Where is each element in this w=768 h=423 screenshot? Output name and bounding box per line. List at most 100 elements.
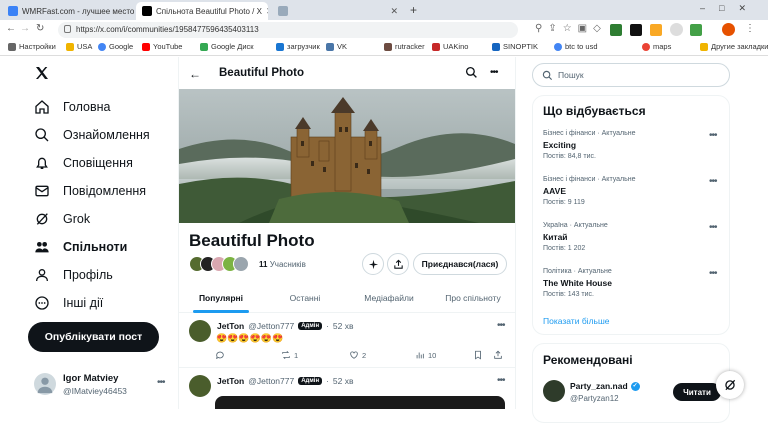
trend-item[interactable]: Україна · Актуальне Китай Постів: 1 202 … [543, 222, 723, 262]
grok-float-button[interactable] [716, 371, 744, 399]
reload-icon[interactable]: ↻ [36, 23, 44, 34]
bookmark-item[interactable]: YouTube [142, 42, 182, 51]
trend-item[interactable]: Бізнес і фінанси · Актуальне AAVE Постів… [543, 176, 723, 216]
post-actions: 1 2 10 [215, 350, 505, 364]
post-more-icon[interactable]: ••• [497, 375, 505, 386]
post-time[interactable]: 52 хв [333, 321, 354, 331]
avatar[interactable] [189, 375, 211, 397]
browser-tab-community[interactable]: Спільнота Beautiful Photo / X ✕ [136, 2, 268, 20]
sparkle-icon [368, 259, 378, 269]
search-icon [35, 128, 49, 142]
post-more-icon[interactable]: ••• [497, 320, 505, 331]
more-icon[interactable]: ••• [490, 67, 498, 78]
extension-icon[interactable] [650, 24, 662, 36]
sinoptik-icon [492, 42, 500, 51]
nav-item-communities[interactable]: Спільноти [34, 239, 127, 255]
extension-icon[interactable] [630, 24, 642, 36]
share-icon[interactable] [493, 350, 503, 362]
trend-item[interactable]: Політика · Актуальне The White House Пос… [543, 268, 723, 308]
like-button[interactable]: 2 [349, 350, 366, 360]
avatar[interactable] [34, 373, 56, 395]
trend-more-icon[interactable]: ••• [709, 130, 717, 141]
back-arrow-icon[interactable]: ← [189, 67, 201, 81]
show-more-link[interactable]: Показати більше [543, 316, 610, 326]
account-more-icon[interactable]: ••• [157, 377, 165, 388]
tab-latest[interactable]: Останні [263, 283, 347, 313]
member-avatars[interactable] [189, 256, 251, 272]
back-nav-icon[interactable]: ← [6, 23, 16, 34]
community-column: ← Beautiful Photo ••• Beautiful Photo 11… [178, 57, 516, 409]
post-author[interactable]: JetTon [217, 321, 244, 331]
views-icon [416, 352, 424, 359]
nav-item-profile[interactable]: Профіль [34, 267, 113, 283]
tab-about[interactable]: Про спільноту [431, 283, 515, 313]
admin-badge: Адмін [298, 322, 323, 330]
repost-button[interactable]: 1 [281, 350, 298, 360]
nav-item-messages[interactable]: Повідомлення [34, 183, 146, 199]
extension-icons[interactable]: ⚲⇪☆▣◇ [535, 23, 607, 34]
nav-item-more[interactable]: Інші дії [34, 295, 103, 311]
bookmark-icon[interactable] [473, 350, 483, 362]
bookmark-item[interactable]: загрузчик [276, 42, 320, 51]
browser-tab-wmrfast[interactable]: WMRFast.com - лучшее место дл ✕ [2, 2, 134, 20]
post-image[interactable] [215, 396, 505, 409]
bookmark-item[interactable]: UAKino [432, 42, 468, 51]
follow-button[interactable]: Читати [673, 383, 721, 401]
extension-icon[interactable] [670, 23, 683, 36]
post-author[interactable]: JetTon [217, 376, 244, 386]
views-button[interactable]: 10 [415, 350, 436, 360]
tab-popular[interactable]: Популярні [179, 283, 263, 313]
post-handle[interactable]: @Jetton777 [248, 376, 294, 386]
post-button[interactable]: Опублікувати пост [28, 322, 159, 352]
extension-icon[interactable] [610, 24, 622, 36]
post[interactable]: JetTon @Jetton777 Адмін · 52 хв ••• 😍😍😍😍… [179, 314, 515, 368]
header-title: Beautiful Photo [219, 67, 304, 79]
recommended-name[interactable]: Party_zan.nad ✓ [570, 381, 640, 391]
trend-more-icon[interactable]: ••• [709, 268, 717, 279]
post-time[interactable]: 52 хв [333, 376, 354, 386]
avatar[interactable] [189, 320, 211, 342]
bookmark-item[interactable]: Настройки [8, 42, 56, 51]
trend-more-icon[interactable]: ••• [709, 222, 717, 233]
new-tab-icon[interactable]: + [410, 3, 417, 17]
bookmark-item[interactable]: VK [326, 42, 347, 51]
nav-item-notifications[interactable]: Сповіщення [34, 155, 133, 171]
bookmark-item[interactable]: Google [98, 42, 133, 51]
bookmark-item[interactable]: maps [642, 42, 671, 51]
x-favicon-icon [142, 6, 152, 16]
close-icon[interactable]: ✕ [266, 6, 268, 17]
members-count[interactable]: 11 Учасників [259, 260, 306, 269]
url-field[interactable]: https://x.com/i/communities/195847759643… [58, 22, 518, 38]
grok-summary-button[interactable] [362, 253, 384, 275]
bookmark-item[interactable]: btc to usd [554, 42, 598, 51]
tab-media[interactable]: Медіафайли [347, 283, 431, 313]
avatar[interactable] [543, 380, 565, 402]
joined-button[interactable]: Приєднався(лася) [413, 253, 507, 275]
menu-icon[interactable]: ⋮ [745, 23, 755, 34]
window-controls[interactable]: –□✕ [700, 3, 760, 14]
forward-nav-icon[interactable]: → [20, 23, 30, 34]
trend-more-icon[interactable]: ••• [709, 176, 717, 187]
search-icon[interactable] [465, 66, 478, 84]
browser-tab-blank[interactable]: ✕ [272, 2, 404, 20]
search-input[interactable]: Пошук [532, 63, 730, 87]
post[interactable]: JetTon @Jetton777 Адмін · 52 хв ••• [179, 369, 515, 409]
nav-item-explore[interactable]: Ознайомлення [34, 127, 150, 143]
bookmark-item[interactable]: SINOPTIK [492, 42, 538, 51]
bookmark-item[interactable]: USA [66, 42, 92, 51]
bookmark-item[interactable]: Google Диск [200, 42, 254, 51]
post-handle[interactable]: @Jetton777 [248, 321, 294, 331]
close-icon[interactable]: ✕ [390, 6, 398, 17]
nav-item-grok[interactable]: Grok [34, 211, 90, 227]
bookmark-item[interactable]: Другие закладки [700, 42, 768, 51]
extension-icon[interactable] [690, 24, 702, 36]
trend-item[interactable]: Бізнес і фінанси · Актуальне Exciting По… [543, 130, 723, 170]
profile-avatar[interactable] [722, 23, 735, 36]
x-logo-icon[interactable] [34, 65, 50, 86]
bookmark-item[interactable]: rutracker [384, 42, 425, 51]
share-button[interactable] [387, 253, 409, 275]
community-name: Beautiful Photo [189, 231, 315, 250]
maps-icon [642, 42, 650, 51]
reply-button[interactable] [215, 350, 228, 360]
nav-item-home[interactable]: Головна [34, 99, 111, 115]
